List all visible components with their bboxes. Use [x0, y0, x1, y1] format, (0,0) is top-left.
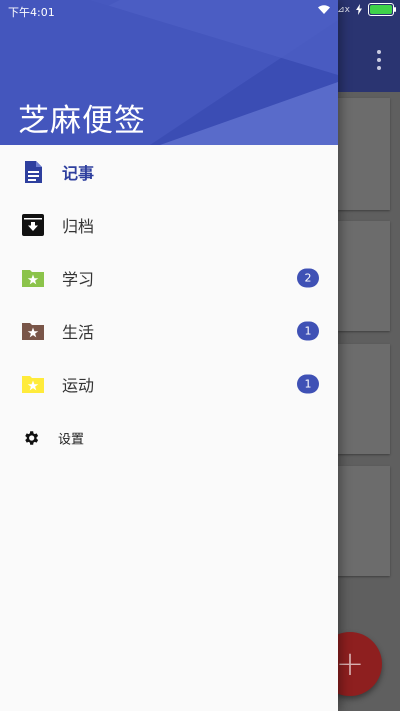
menu-item-life[interactable]: 生活 1	[0, 304, 338, 357]
note-card[interactable]	[338, 466, 390, 576]
note-card[interactable]	[338, 221, 390, 331]
menu-item-archive[interactable]: 归档	[0, 198, 338, 251]
note-card[interactable]	[338, 344, 390, 454]
app-title: 芝麻便签	[18, 103, 146, 139]
signal-label: ⊿x	[337, 4, 350, 15]
overflow-menu-icon[interactable]	[376, 50, 382, 72]
menu-item-study[interactable]: 学习 2	[0, 251, 338, 304]
folder-star-icon	[22, 375, 44, 393]
menu-item-label: 生活	[62, 322, 95, 342]
menu-item-label: 设置	[58, 432, 85, 447]
charging-icon	[356, 4, 362, 15]
menu-item-notes[interactable]: 记事	[0, 145, 338, 198]
menu-item-label: 学习	[62, 269, 95, 289]
count-badge: 1	[297, 374, 319, 393]
battery-level	[370, 5, 392, 14]
archive-icon	[22, 213, 44, 236]
menu-item-sports[interactable]: 运动 1	[0, 357, 338, 410]
count-badge: 2	[297, 268, 319, 287]
menu-item-label: 记事	[62, 163, 95, 183]
status-icons: ⊿x	[317, 3, 396, 16]
folder-star-icon	[22, 269, 44, 287]
menu-item-label: 归档	[62, 216, 95, 236]
note-icon	[25, 160, 42, 183]
navigation-drawer: 芝麻便签 记事 归档 学习 2 生活 1 运动 1 设置	[0, 0, 338, 711]
status-time: 下午4:01	[8, 6, 55, 19]
menu-item-settings[interactable]: 设置	[0, 410, 338, 465]
gear-icon	[25, 430, 39, 445]
note-card[interactable]	[338, 98, 390, 210]
wifi-icon	[318, 5, 331, 14]
folder-star-icon	[22, 322, 44, 340]
drawer-menu: 记事 归档 学习 2 生活 1 运动 1 设置	[0, 145, 338, 465]
status-bar: 下午4:01 ⊿x	[0, 0, 400, 22]
menu-item-label: 运动	[62, 375, 95, 395]
count-badge: 1	[297, 321, 319, 340]
battery-icon	[368, 3, 396, 16]
